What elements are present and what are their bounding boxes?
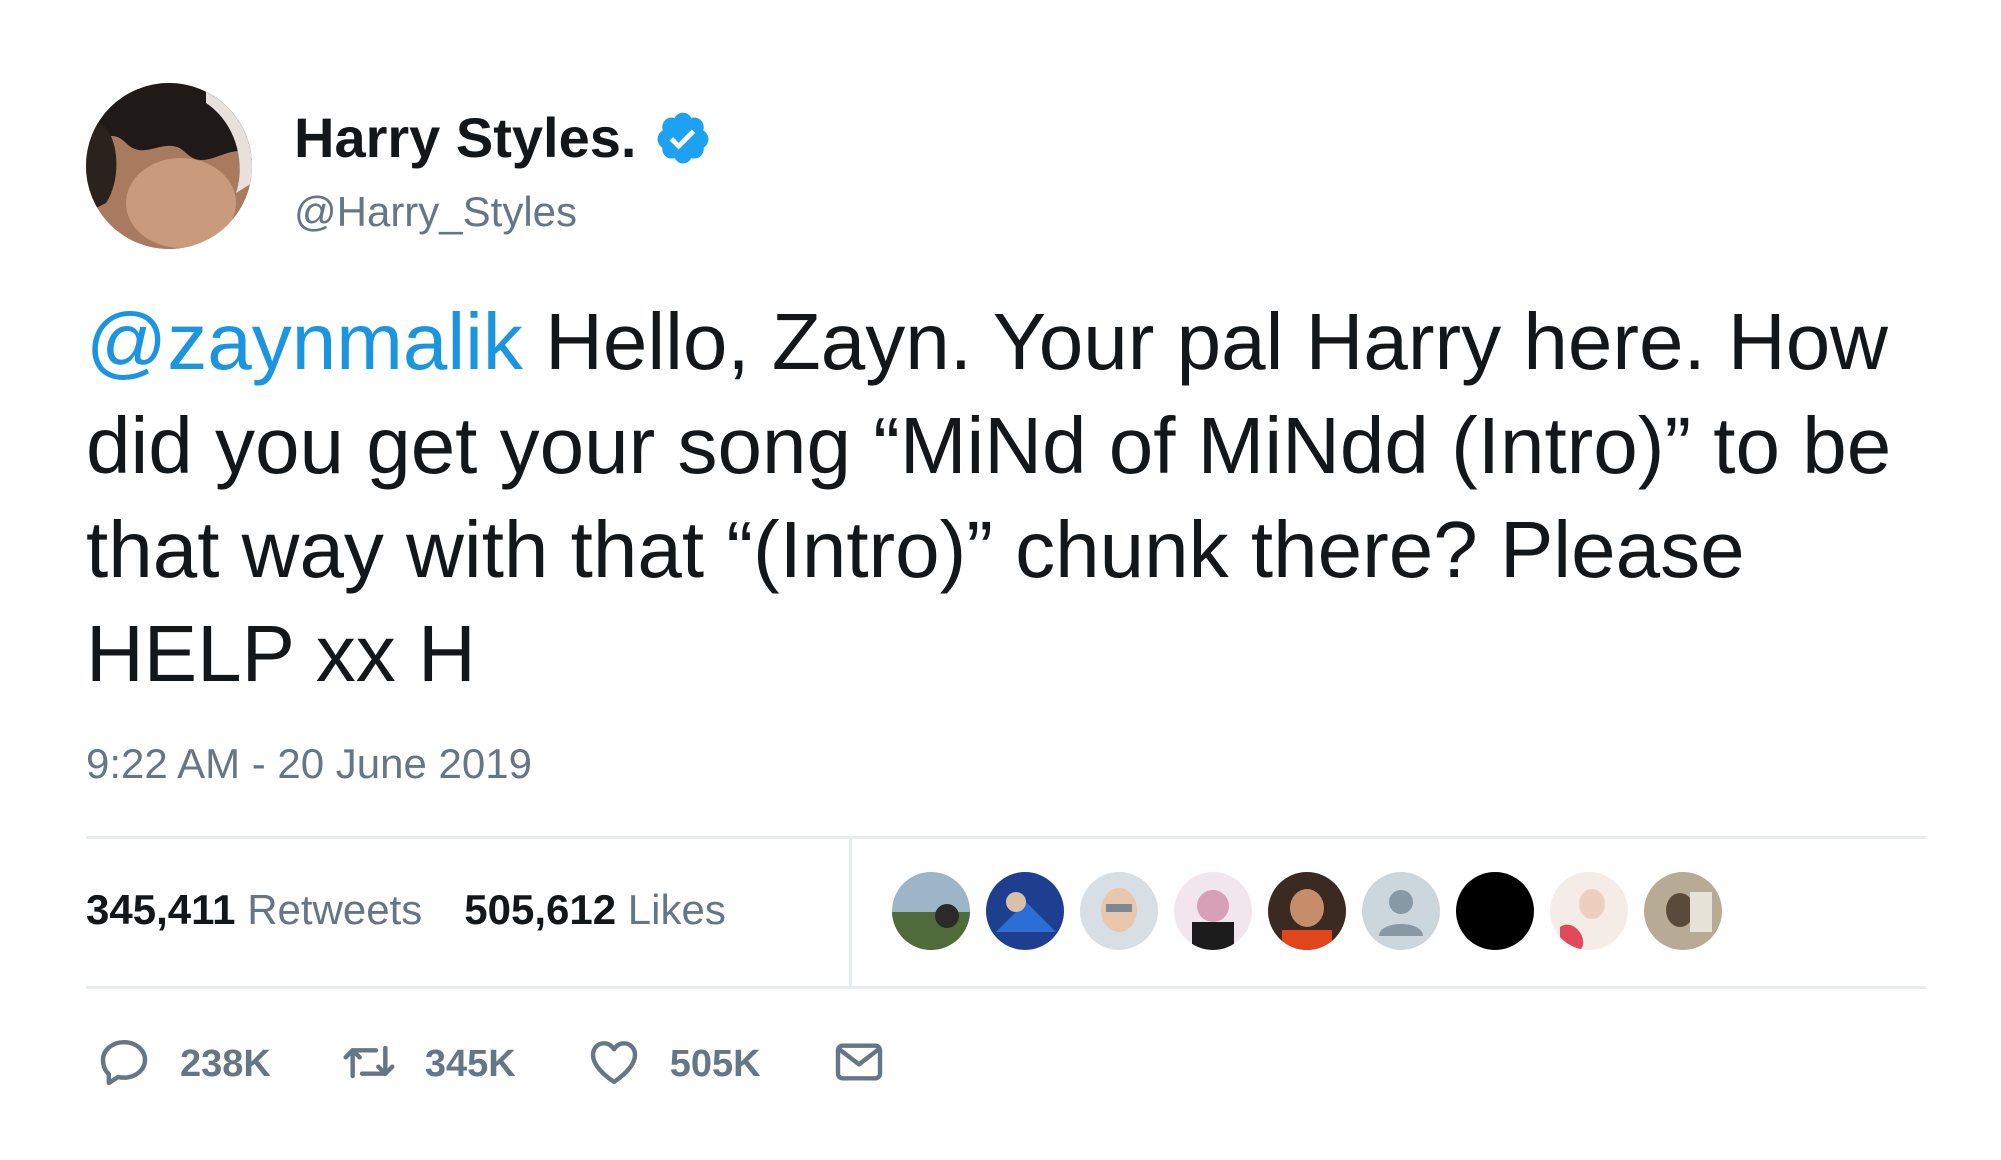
retweets-count: 345,411 [86,886,236,933]
retweet-count: 345K [424,1043,516,1085]
like-icon [586,1034,642,1095]
liker-avatar[interactable] [1456,872,1534,950]
mention-link[interactable]: @zaynmalik [86,297,523,386]
tweet-text: @zaynmalik Hello, Zayn. Your pal Harry h… [86,290,1946,706]
direct-message-button[interactable] [831,1034,887,1095]
liker-avatar[interactable] [1550,872,1628,950]
verified-badge-icon [654,109,712,167]
retweets-label: Retweets [247,886,423,933]
retweet-icon [341,1034,397,1095]
reply-button[interactable]: 238K [96,1034,271,1095]
reply-icon [96,1034,152,1095]
liker-avatar[interactable] [1174,872,1252,950]
liker-avatar[interactable] [1362,872,1440,950]
likes-count: 505,612 [464,886,617,933]
engagement-stats: 345,411 Retweets 505,612 Likes [86,880,726,940]
liker-avatar[interactable] [986,872,1064,950]
liker-avatar[interactable] [1268,872,1346,950]
display-name[interactable]: Harry Styles. [294,104,712,172]
stats-vertical-divider [849,838,852,986]
user-handle[interactable]: @Harry_Styles [294,186,577,238]
direct-message-icon [831,1034,887,1095]
liker-avatar[interactable] [1080,872,1158,950]
like-button[interactable]: 505K [586,1034,761,1095]
likes-stat[interactable]: 505,612 Likes [464,880,726,940]
avatar-image [86,83,252,249]
stats-bottom-divider [86,986,1926,989]
display-name-text: Harry Styles. [294,106,637,169]
retweets-stat[interactable]: 345,411 Retweets [86,880,422,940]
liker-avatar[interactable] [1644,872,1722,950]
tweet-timestamp[interactable]: 9:22 AM - 20 June 2019 [86,738,532,790]
liker-avatar[interactable] [892,872,970,950]
likes-label: Likes [627,886,726,933]
stats-top-divider [86,836,1926,839]
liker-avatars [892,872,1722,950]
reply-count: 238K [180,1043,271,1085]
avatar[interactable] [86,83,252,249]
like-count: 505K [669,1043,761,1085]
retweet-button[interactable]: 345K [341,1034,516,1095]
action-bar: 238K 345K 505K [96,1034,957,1095]
